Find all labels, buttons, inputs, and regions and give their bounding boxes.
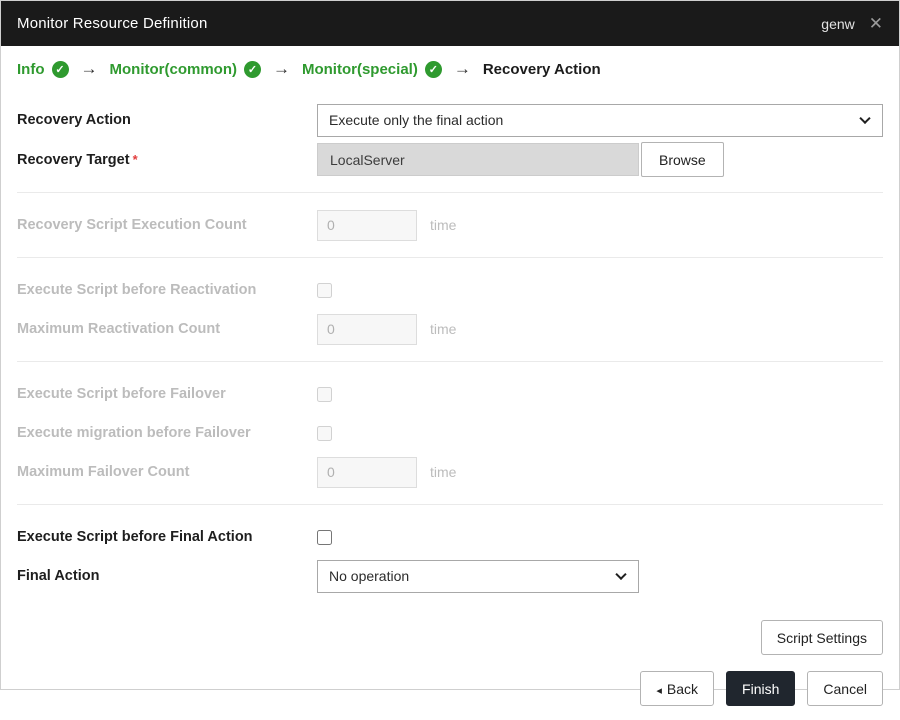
chevron-down-icon bbox=[859, 112, 871, 125]
max-failover-count-input bbox=[317, 456, 417, 488]
recovery-script-count-label: Recovery Script Execution Count bbox=[17, 217, 247, 233]
required-asterisk: * bbox=[132, 151, 138, 167]
max-reactivation-count-input bbox=[317, 313, 417, 345]
step-monitor-common-label: Monitor(common) bbox=[109, 60, 237, 78]
script-before-failover-checkbox bbox=[317, 386, 332, 402]
step-recovery-action: Recovery Action bbox=[483, 61, 601, 78]
cancel-button[interactable]: Cancel bbox=[807, 671, 883, 706]
section-final-action: Execute Script before Final Action Final… bbox=[17, 505, 883, 608]
recovery-action-row: Recovery Action Execute only the final a… bbox=[17, 103, 883, 137]
back-arrow-icon: ◂ bbox=[656, 684, 662, 697]
back-button-label: Back bbox=[666, 680, 699, 697]
recovery-target-label: Recovery Target * bbox=[17, 151, 138, 168]
step-monitor-special[interactable]: Monitor(special) ✓ bbox=[301, 60, 442, 78]
recovery-action-selected-value: Execute only the final action bbox=[329, 112, 504, 128]
migration-before-failover-checkbox bbox=[317, 425, 332, 441]
chevron-down-icon bbox=[615, 568, 627, 581]
script-settings-row: Script Settings bbox=[17, 608, 883, 659]
max-reactivation-count-label: Maximum Reactivation Count bbox=[17, 321, 221, 337]
max-failover-count-row: Maximum Failover Count time bbox=[17, 455, 883, 489]
max-reactivation-count-unit: time bbox=[430, 321, 457, 337]
close-icon[interactable]: ✕ bbox=[869, 15, 883, 32]
step-monitor-common[interactable]: Monitor(common) ✓ bbox=[109, 60, 261, 78]
step-arrow-icon: → bbox=[272, 59, 290, 78]
recovery-script-count-unit: time bbox=[430, 217, 457, 233]
step-complete-check-icon: ✓ bbox=[51, 60, 69, 78]
final-action-label: Final Action bbox=[17, 568, 100, 584]
migration-before-failover-label: Execute migration before Failover bbox=[17, 425, 251, 441]
dialog-title: Monitor Resource Definition bbox=[17, 15, 208, 32]
script-before-failover-row: Execute Script before Failover bbox=[17, 377, 883, 411]
section-reactivation: Execute Script before Reactivation Maxim… bbox=[17, 258, 883, 362]
recovery-action-select[interactable]: Execute only the final action bbox=[317, 103, 883, 137]
step-info[interactable]: Info ✓ bbox=[17, 60, 69, 78]
script-before-final-action-label: Execute Script before Final Action bbox=[17, 529, 253, 545]
max-reactivation-count-row: Maximum Reactivation Count time bbox=[17, 312, 883, 346]
recovery-script-count-row: Recovery Script Execution Count time bbox=[17, 208, 883, 242]
step-complete-check-icon: ✓ bbox=[424, 60, 442, 78]
recovery-action-form: Recovery Action Execute only the final a… bbox=[1, 88, 899, 720]
finish-button[interactable]: Finish bbox=[726, 671, 796, 706]
script-before-failover-label: Execute Script before Failover bbox=[17, 386, 226, 402]
section-recovery-script: Recovery Script Execution Count time bbox=[17, 193, 883, 258]
section-recovery-action: Recovery Action Execute only the final a… bbox=[17, 88, 883, 193]
recovery-target-field: LocalServer bbox=[317, 143, 639, 176]
recovery-target-row: Recovery Target * LocalServer Browse bbox=[17, 142, 883, 177]
max-failover-count-unit: time bbox=[430, 464, 457, 480]
step-monitor-special-label: Monitor(special) bbox=[301, 60, 418, 78]
script-before-reactivation-label: Execute Script before Reactivation bbox=[17, 282, 257, 298]
wizard-steps: Info ✓ → Monitor(common) ✓ → Monitor(spe… bbox=[1, 46, 899, 88]
dialog-titlebar: Monitor Resource Definition genw ✕ bbox=[1, 1, 899, 46]
final-action-select[interactable]: No operation bbox=[317, 559, 639, 593]
step-arrow-icon: → bbox=[80, 59, 98, 78]
step-recovery-action-label: Recovery Action bbox=[482, 60, 601, 78]
migration-before-failover-row: Execute migration before Failover bbox=[17, 416, 883, 450]
step-info-label: Info bbox=[17, 60, 45, 78]
final-action-row: Final Action No operation bbox=[17, 559, 883, 593]
back-button[interactable]: ◂ Back bbox=[640, 671, 715, 706]
recovery-action-label: Recovery Action bbox=[17, 112, 131, 128]
recovery-script-count-input bbox=[317, 209, 417, 241]
section-failover: Execute Script before Failover Execute m… bbox=[17, 362, 883, 505]
max-failover-count-label: Maximum Failover Count bbox=[17, 464, 190, 480]
monitor-resource-definition-dialog: Monitor Resource Definition genw ✕ Info … bbox=[0, 0, 900, 706]
script-before-final-action-row: Execute Script before Final Action bbox=[17, 520, 883, 554]
script-before-reactivation-checkbox bbox=[317, 282, 332, 298]
final-action-selected-value: No operation bbox=[329, 568, 410, 584]
browse-button[interactable]: Browse bbox=[641, 142, 724, 177]
script-before-reactivation-row: Execute Script before Reactivation bbox=[17, 273, 883, 307]
script-before-final-action-checkbox[interactable] bbox=[317, 529, 332, 545]
script-settings-button[interactable]: Script Settings bbox=[760, 620, 883, 655]
step-arrow-icon: → bbox=[453, 59, 471, 78]
step-complete-check-icon: ✓ bbox=[243, 60, 261, 78]
monitor-name: genw bbox=[821, 15, 855, 32]
